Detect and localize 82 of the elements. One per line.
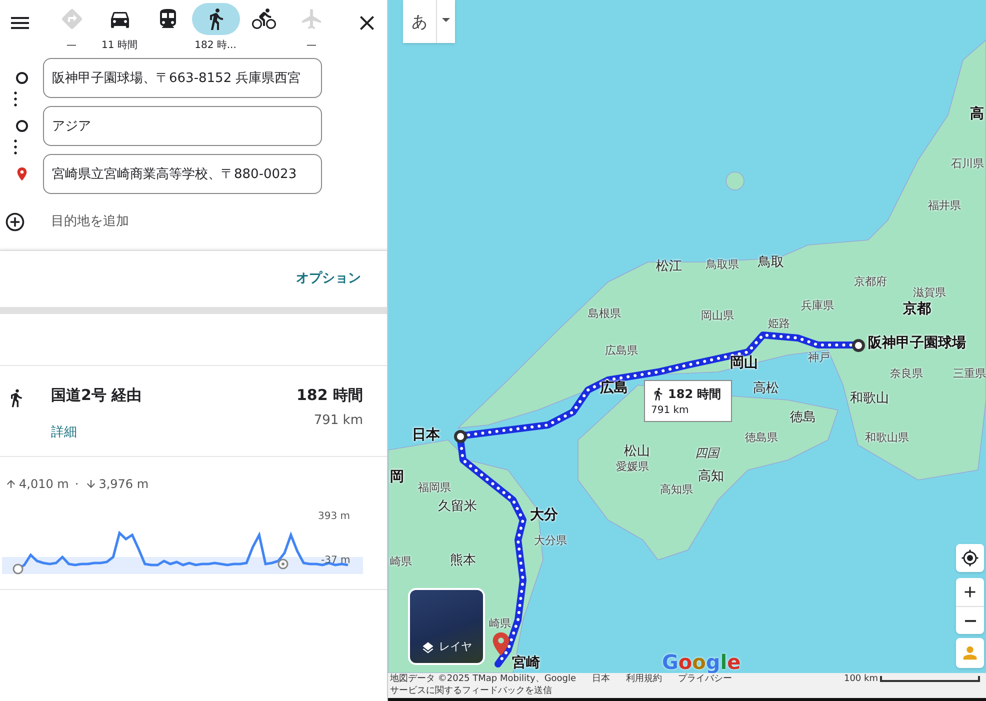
travel-time: — (66, 39, 76, 53)
map-label: 広島県 (605, 345, 638, 356)
route-duration: 182 時間 (296, 385, 363, 406)
terms-link[interactable]: 利用規約 (626, 673, 662, 685)
map-label: 阪神甲子園球場 (868, 336, 966, 350)
map-label: 福岡県 (418, 482, 451, 493)
map-label: 石川県 (951, 158, 984, 169)
map-label: 広島 (600, 381, 628, 395)
travel-time: 11 時間 (102, 38, 138, 53)
details-link[interactable]: 詳細 (51, 422, 77, 442)
caret-icon (442, 18, 450, 22)
map-label: 京都 (903, 302, 931, 316)
map-label: 岡山県 (701, 310, 734, 321)
map-label: 京都府 (854, 276, 887, 287)
map-label: 高知 (698, 470, 724, 483)
travel-time: — (306, 39, 316, 53)
travel-time: 182 時... (194, 38, 236, 53)
layers-button[interactable]: レイヤ (408, 588, 485, 665)
map-label: 松江 (656, 260, 682, 273)
map-label: 日本 (412, 428, 440, 442)
map-label: 高松 (753, 382, 779, 395)
map-label: 鳥取県 (706, 259, 739, 270)
map[interactable]: 高 石川県 福井県 松江 鳥取県 鳥取 京都府 滋賀県 島根県 岡山県 兵庫県 京都 姫路 広島県 岡山 神戸 阪神甲子園球場 奈良県 三重県 広島 高松 和歌山 徳島 日本 徳島県 和歌山県 松山 四国 愛媛県 岡 高知 福岡県 高知県 久留米 大分 大分県 崎県 熊本 崎県 宮崎 182 時間 791 km あ レイヤ Google (388, 0, 986, 673)
dots-icon (14, 138, 17, 156)
scale-label: 100 km (844, 673, 878, 685)
arrow-up-icon (5, 478, 17, 490)
map-label: 和歌山県 (865, 432, 909, 443)
input-field[interactable]: 宮崎県立宮崎商業高等学校、〒880-0023 (43, 154, 322, 194)
map-label: 岡 (390, 470, 404, 484)
map-label: 島根県 (588, 308, 621, 319)
region-link[interactable]: 日本 (592, 673, 610, 685)
map-label: 愛媛県 (616, 461, 649, 472)
callout-distance: 791 km (651, 404, 690, 418)
map-label: 大分県 (534, 535, 567, 546)
my-location-button[interactable] (956, 544, 984, 572)
callout-duration: 182 時間 (668, 386, 722, 403)
privacy-link[interactable]: プライバシー (678, 673, 732, 685)
arrow-down-icon (84, 478, 97, 490)
map-label: 崎県 (390, 556, 412, 567)
bicycle-icon (252, 7, 276, 31)
map-label: 奈良県 (890, 368, 923, 379)
map-label: 滋賀県 (913, 287, 946, 298)
location-target-icon (961, 549, 979, 567)
map-label: 久留米 (438, 500, 477, 513)
map-label: 熊本 (450, 554, 476, 567)
ascent-text: 4,010 m (19, 476, 69, 493)
route-waypoint-marker (454, 430, 467, 443)
map-label: 徳島 (790, 411, 816, 424)
max-elevation-label: 393 m (318, 510, 350, 524)
dots-icon (14, 90, 17, 108)
minus-icon (964, 620, 976, 622)
map-label: 和歌山 (850, 392, 889, 405)
map-label: 大分 (530, 508, 558, 522)
map-label: 崎県 (489, 618, 511, 629)
map-label: 四国 (695, 447, 719, 459)
input-field[interactable]: アジア (43, 106, 322, 146)
directions-icon (60, 7, 84, 31)
map-label: 福井県 (928, 200, 961, 211)
map-label: 岡山 (730, 356, 758, 370)
map-attribution: 地図データ ©2025 TMap Mobility、Google (390, 673, 576, 685)
google-logo: Google (662, 652, 741, 672)
separator-text: · (74, 476, 79, 493)
airplane-icon (300, 7, 324, 31)
map-label: 姫路 (768, 318, 790, 329)
input-field[interactable]: 阪神甲子園球場、〒663-8152 兵庫県西宮 (43, 58, 322, 98)
map-label: 宮崎 (512, 656, 540, 670)
options-link[interactable]: オプション (296, 269, 361, 289)
map-label: 兵庫県 (801, 300, 834, 311)
descent-text: 3,976 m (98, 476, 149, 493)
route-distance: 791 km (314, 412, 363, 430)
layers-icon (421, 641, 435, 655)
route-name: 国道2号 経由 (51, 385, 143, 406)
map-label: 松山 (624, 445, 650, 458)
add-destination-link[interactable]: 目的地を追加 (51, 212, 129, 232)
map-label: 徳島県 (745, 432, 778, 443)
travel-mode-tab[interactable] (192, 3, 240, 35)
map-label: 鳥取 (758, 256, 784, 269)
feedback-link[interactable]: サービスに関するフィードバックを送信 (390, 685, 552, 697)
map-label: 高 (970, 107, 984, 121)
map-label: 高知県 (660, 484, 693, 495)
map-label: 神戸 (808, 352, 830, 363)
map-label: 三重県 (953, 368, 986, 379)
